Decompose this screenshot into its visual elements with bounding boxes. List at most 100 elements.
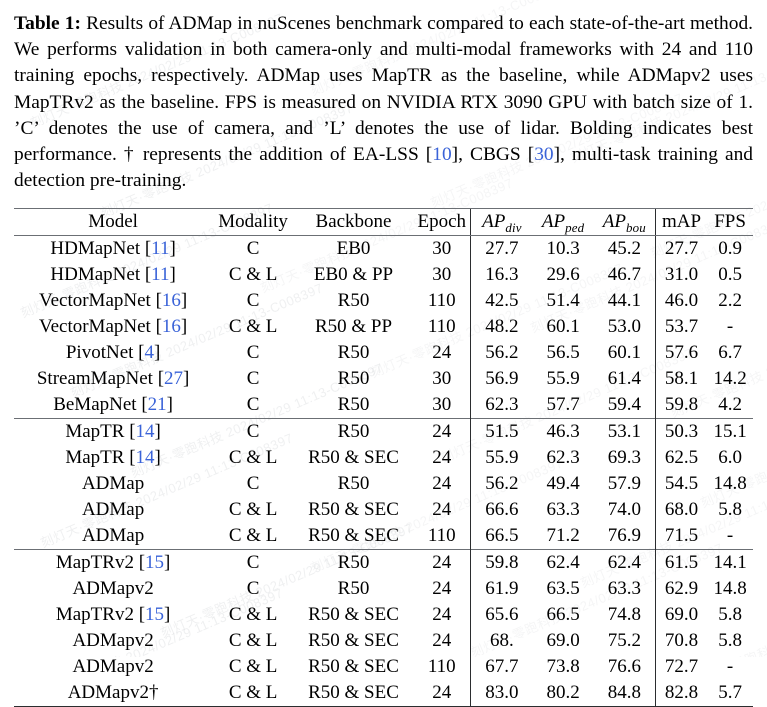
cell-modality: C — [246, 578, 260, 600]
citation-link[interactable]: 27 — [164, 368, 183, 389]
column-header-fps: FPS — [707, 208, 753, 237]
cell-model: HDMapNet [11] — [50, 238, 176, 260]
citation-link[interactable]: 21 — [148, 394, 167, 415]
model-name: StreamMapNet — [36, 368, 153, 390]
model-name: PivotNet — [65, 342, 134, 364]
table-row: StreamMapNet [27] C R50 30 56.9 55.9 61.4 58.1 1… — [14, 366, 753, 393]
cell-ap-bou: 59.4 — [607, 394, 641, 416]
column-header-ap-div: APdiv — [470, 208, 533, 237]
table-row: ADMap C & L R50 & SEC 110 66.5 71.2 76.9 71.5- — [14, 523, 753, 550]
cell-modality: C — [246, 473, 260, 495]
cell-fps: - — [726, 525, 734, 547]
cell-backbone: EB0 & PP — [313, 264, 394, 286]
cell-ap-ped: 51.4 — [546, 290, 580, 312]
cell-backbone: R50 & SEC — [308, 447, 399, 469]
citation-link[interactable]: 15 — [145, 604, 164, 625]
citation-link[interactable]: 14 — [136, 421, 155, 442]
cell-model: MapTR [14] — [14, 418, 213, 446]
caption-citation-2[interactable]: 30 — [534, 144, 553, 165]
cell-ap-div: 67.7 — [470, 654, 533, 681]
cell-epoch: 110 — [427, 290, 456, 312]
cell-backbone: R50 & SEC — [308, 630, 399, 652]
cell-epoch: 24 — [432, 342, 452, 364]
cell-model: MapTRv2 [15] — [55, 604, 171, 626]
table-row: BeMapNet [21] C R50 30 62.3 57.7 59.4 59.8 4.2 — [14, 392, 753, 419]
citation-link[interactable]: 15 — [145, 552, 164, 573]
cell-modality: C — [246, 368, 260, 390]
caption-citation-1[interactable]: 10 — [432, 144, 451, 165]
cell-modality: C & L — [228, 264, 278, 286]
cell-modality: C — [212, 418, 294, 446]
cell-fps: 5.8 — [718, 604, 742, 626]
cell-model: PivotNet [4] — [65, 342, 161, 364]
cell-model: VectorMapNet [16] — [38, 316, 188, 338]
cell-modality: C & L — [228, 525, 278, 547]
cell-modality: C & L — [228, 447, 278, 469]
cell-map: 54.5 — [654, 471, 708, 498]
cell-epoch: 24 — [432, 578, 452, 600]
model-name: ADMapv2 — [72, 656, 154, 678]
cell-epoch: 110 — [427, 525, 456, 547]
cell-model: StreamMapNet [27] — [36, 368, 190, 390]
cell-ap-div: 66.6 — [470, 497, 533, 524]
citation-link[interactable]: 11 — [151, 238, 169, 259]
cell-modality: C — [246, 290, 260, 312]
caption-text-part-1: Results of ADMap in nuScenes benchmark c… — [14, 13, 753, 166]
cell-ap-div: 65.6 — [470, 602, 533, 629]
cell-epoch: 24 — [413, 418, 471, 446]
cell-map: 62.5 — [654, 445, 708, 472]
citation-link[interactable]: 4 — [145, 342, 155, 363]
cell-fps: 14.8 — [713, 578, 747, 600]
cell-ap-ped: 56.5 — [546, 342, 580, 364]
table-body: HDMapNet [11] C EB0 30 27.7 10.3 45.2 27.7 0.9 HD… — [14, 235, 753, 707]
cell-model: ADMapv2 — [14, 576, 212, 602]
cell-ap-bou: 62.4 — [593, 549, 656, 577]
cell-map: 57.6 — [654, 340, 708, 367]
citation-link[interactable]: 16 — [162, 290, 181, 311]
cell-backbone: R50 — [337, 394, 370, 416]
citation-link[interactable]: 11 — [151, 264, 169, 285]
cell-backbone: R50 — [337, 578, 370, 600]
cell-backbone: R50 & SEC — [308, 499, 399, 521]
citation-link[interactable]: 16 — [162, 316, 181, 337]
table-row: ADMapv2 C & L R50 & SEC 110 67.7 73.8 76.6 72.7… — [14, 654, 753, 681]
cell-map: 70.8 — [654, 628, 708, 655]
cell-backbone: R50 & PP — [314, 316, 393, 338]
cell-ap-bou: 60.1 — [607, 342, 641, 364]
table-row: VectorMapNet [16] C & L R50 & PP 110 48.2 60.… — [14, 314, 753, 341]
cell-map: 68.0 — [654, 497, 708, 524]
cell-ap-ped: 62.4 — [532, 549, 594, 577]
cell-ap-div: 62.3 — [470, 392, 533, 419]
cell-modality: C — [246, 238, 260, 260]
cell-modality: C — [246, 394, 260, 416]
cell-ap-ped: 63.5 — [546, 578, 580, 600]
cell-ap-ped: 63.3 — [546, 499, 580, 521]
cell-fps: 0.9 — [718, 238, 742, 260]
model-name: MapTR — [65, 421, 125, 443]
cell-ap-ped: 49.4 — [546, 473, 580, 495]
citation-link[interactable]: 14 — [136, 447, 155, 468]
table-row: ADMapv2 C & L R50 & SEC 24 68. 69.0 75.2 70.8 5.… — [14, 628, 753, 655]
cell-ap-bou: 53.0 — [607, 316, 641, 338]
model-name: ADMap — [81, 499, 145, 521]
cell-map: 46.0 — [654, 288, 708, 315]
table-row: MapTR [14] C & L R50 & SEC 24 55.9 62.3 69.3 62… — [14, 445, 753, 472]
cell-map: 50.3 — [654, 418, 708, 446]
cell-ap-div: 42.5 — [470, 288, 533, 315]
cell-ap-ped: 46.3 — [532, 418, 594, 446]
cell-epoch: 24 — [413, 549, 471, 577]
cell-fps: 5.8 — [718, 499, 742, 521]
cell-backbone: R50 — [294, 549, 414, 577]
cell-map: 61.5 — [654, 549, 708, 577]
model-name: ADMapv2 — [72, 630, 154, 652]
cell-ap-bou: 44.1 — [607, 290, 641, 312]
cell-ap-ped: 71.2 — [546, 525, 580, 547]
column-header-model: Model — [14, 208, 213, 237]
cell-modality: C & L — [228, 604, 278, 626]
cell-ap-ped: 10.3 — [546, 238, 580, 260]
model-name: ADMapv2 — [72, 578, 154, 600]
model-name: VectorMapNet — [38, 290, 151, 312]
model-name: MapTR — [65, 447, 125, 469]
cell-fps: 2.2 — [718, 290, 742, 312]
cell-ap-div: 51.5 — [470, 418, 533, 446]
